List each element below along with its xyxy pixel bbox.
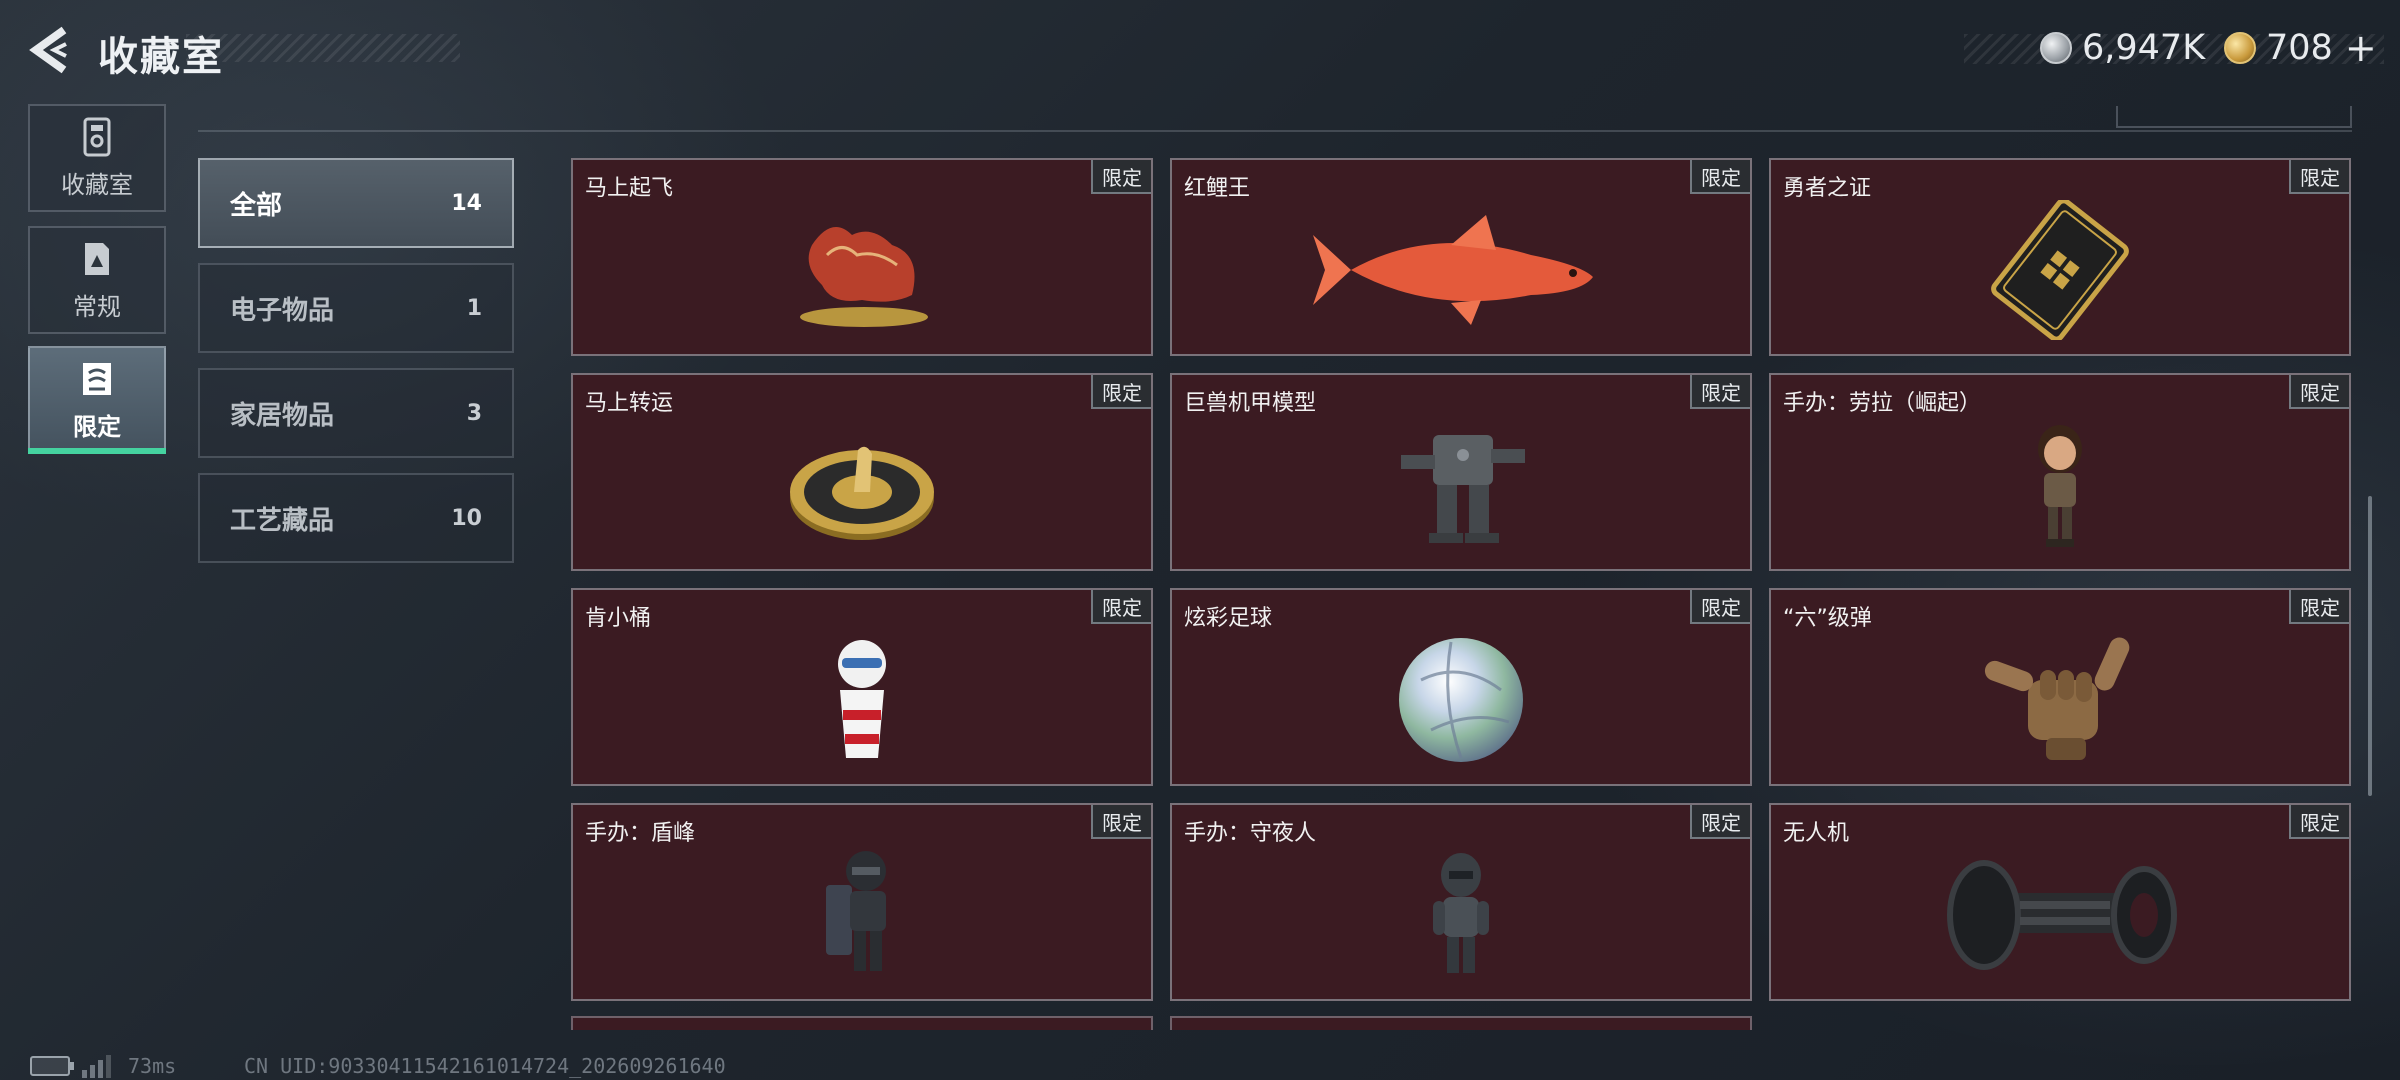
category-count: 3	[466, 400, 482, 426]
limited-badge: 限定	[2289, 160, 2349, 194]
silver-amount: 6,947K	[2082, 28, 2206, 68]
side-tab-limited[interactable]: 限定	[28, 346, 166, 454]
shaka-hand-icon	[1910, 620, 2210, 780]
lara-figure-icon	[1910, 405, 2210, 565]
fortune-wheel-icon	[712, 405, 1012, 565]
item-name: 马上转运	[585, 391, 674, 416]
battery-icon	[30, 1056, 74, 1076]
divider	[198, 130, 2352, 132]
nightwatch-figure-icon	[1311, 835, 1611, 995]
back-arrow-icon	[29, 26, 67, 74]
item-card[interactable]: 手办：守夜人 限定	[1170, 803, 1752, 1001]
back-button[interactable]	[26, 22, 74, 78]
kfc-bucket-figure-icon	[712, 620, 1012, 780]
signal-icon	[82, 1055, 111, 1078]
category-home[interactable]: 家居物品 3	[198, 368, 514, 458]
side-tab-collection-room[interactable]: 收藏室	[28, 104, 166, 212]
category-label: 全部	[230, 190, 283, 221]
header: 收藏室 6,947K 708 +	[0, 0, 2400, 100]
ping-value: 73ms	[128, 1054, 177, 1078]
category-count: 1	[466, 295, 482, 321]
side-tab-regular[interactable]: 常规	[28, 226, 166, 334]
category-craft[interactable]: 工艺藏品 10	[198, 473, 514, 563]
category-label: 家居物品	[230, 400, 335, 431]
sort-box	[2116, 106, 2352, 128]
item-name: 勇者之证	[1783, 176, 1872, 201]
item-name: 马上起飞	[585, 176, 674, 201]
item-card[interactable]: 手办：盾峰 限定	[571, 803, 1153, 1001]
limited-badge: 限定	[2289, 590, 2349, 624]
horse-statue-icon	[712, 190, 1012, 350]
limited-badge: 限定	[1690, 805, 1750, 839]
item-card[interactable]: 手办：劳拉（崛起） 限定	[1769, 373, 2351, 571]
category-count: 14	[451, 190, 482, 216]
item-name: 红鲤王	[1184, 176, 1251, 201]
item-card[interactable]: 无人机 限定	[1769, 803, 2351, 1001]
item-name: 手办：守夜人	[1184, 821, 1317, 846]
title-decoration	[186, 34, 460, 62]
limited-badge: 限定	[1091, 375, 1151, 409]
limited-badge: 限定	[2289, 375, 2349, 409]
limited-badge: 限定	[2289, 805, 2349, 839]
item-name: “六”级弹	[1783, 606, 1872, 631]
scrollbar[interactable]	[2368, 496, 2372, 796]
page-title: 收藏室	[98, 34, 224, 80]
limited-badge: 限定	[1091, 805, 1151, 839]
item-card[interactable]: 马上转运 限定	[571, 373, 1153, 571]
gold-coin-icon	[2224, 32, 2256, 64]
red-carp-icon	[1311, 190, 1611, 350]
silver-currency: 6,947K	[2040, 26, 2205, 70]
item-card-partial[interactable]	[1170, 1016, 1752, 1030]
side-tab-label: 限定	[73, 412, 121, 441]
category-label: 工艺藏品	[230, 505, 335, 536]
item-card[interactable]: 巨兽机甲模型 限定	[1170, 373, 1752, 571]
category-all[interactable]: 全部 14	[198, 158, 514, 248]
side-tab-label: 收藏室	[61, 170, 133, 199]
limited-badge: 限定	[1091, 160, 1151, 194]
item-card[interactable]: 红鲤王 限定	[1170, 158, 1752, 356]
item-card[interactable]: “六”级弹 限定	[1769, 588, 2351, 786]
shield-soldier-figure-icon	[712, 835, 1012, 995]
limited-icon	[83, 362, 111, 395]
gold-currency: 708 +	[2224, 26, 2377, 70]
item-name: 无人机	[1783, 821, 1850, 846]
item-name: 手办：盾峰	[585, 821, 696, 846]
hero-card-icon	[1910, 190, 2210, 350]
limited-badge: 限定	[1690, 160, 1750, 194]
silver-coin-icon	[2040, 32, 2072, 64]
regular-icon	[85, 242, 109, 275]
item-name: 巨兽机甲模型	[1184, 391, 1317, 416]
category-count: 10	[451, 505, 482, 531]
item-card[interactable]: 勇者之证 限定	[1769, 158, 2351, 356]
category-electronic[interactable]: 电子物品 1	[198, 263, 514, 353]
limited-badge: 限定	[1690, 375, 1750, 409]
mech-model-icon	[1311, 405, 1611, 565]
item-card-partial[interactable]	[571, 1016, 1153, 1030]
item-name: 肯小桶	[585, 606, 652, 631]
side-tab-label: 常规	[73, 292, 121, 321]
category-label: 电子物品	[230, 295, 335, 326]
iridescent-ball-icon	[1311, 620, 1611, 780]
item-card[interactable]: 炫彩足球 限定	[1170, 588, 1752, 786]
item-card[interactable]: 马上起飞 限定	[571, 158, 1153, 356]
add-currency-button[interactable]: +	[2345, 26, 2377, 70]
gold-amount: 708	[2266, 28, 2333, 68]
user-uid: CN UID:90330411542161014724_202609261640	[244, 1054, 726, 1078]
item-card[interactable]: 肯小桶 限定	[571, 588, 1153, 786]
item-name: 炫彩足球	[1184, 606, 1273, 631]
limited-badge: 限定	[1091, 590, 1151, 624]
status-bar: 73ms CN UID:90330411542161014724_2026092…	[0, 1048, 2400, 1080]
limited-badge: 限定	[1690, 590, 1750, 624]
collection-room-icon	[83, 117, 111, 156]
drone-icon	[1910, 835, 2210, 995]
